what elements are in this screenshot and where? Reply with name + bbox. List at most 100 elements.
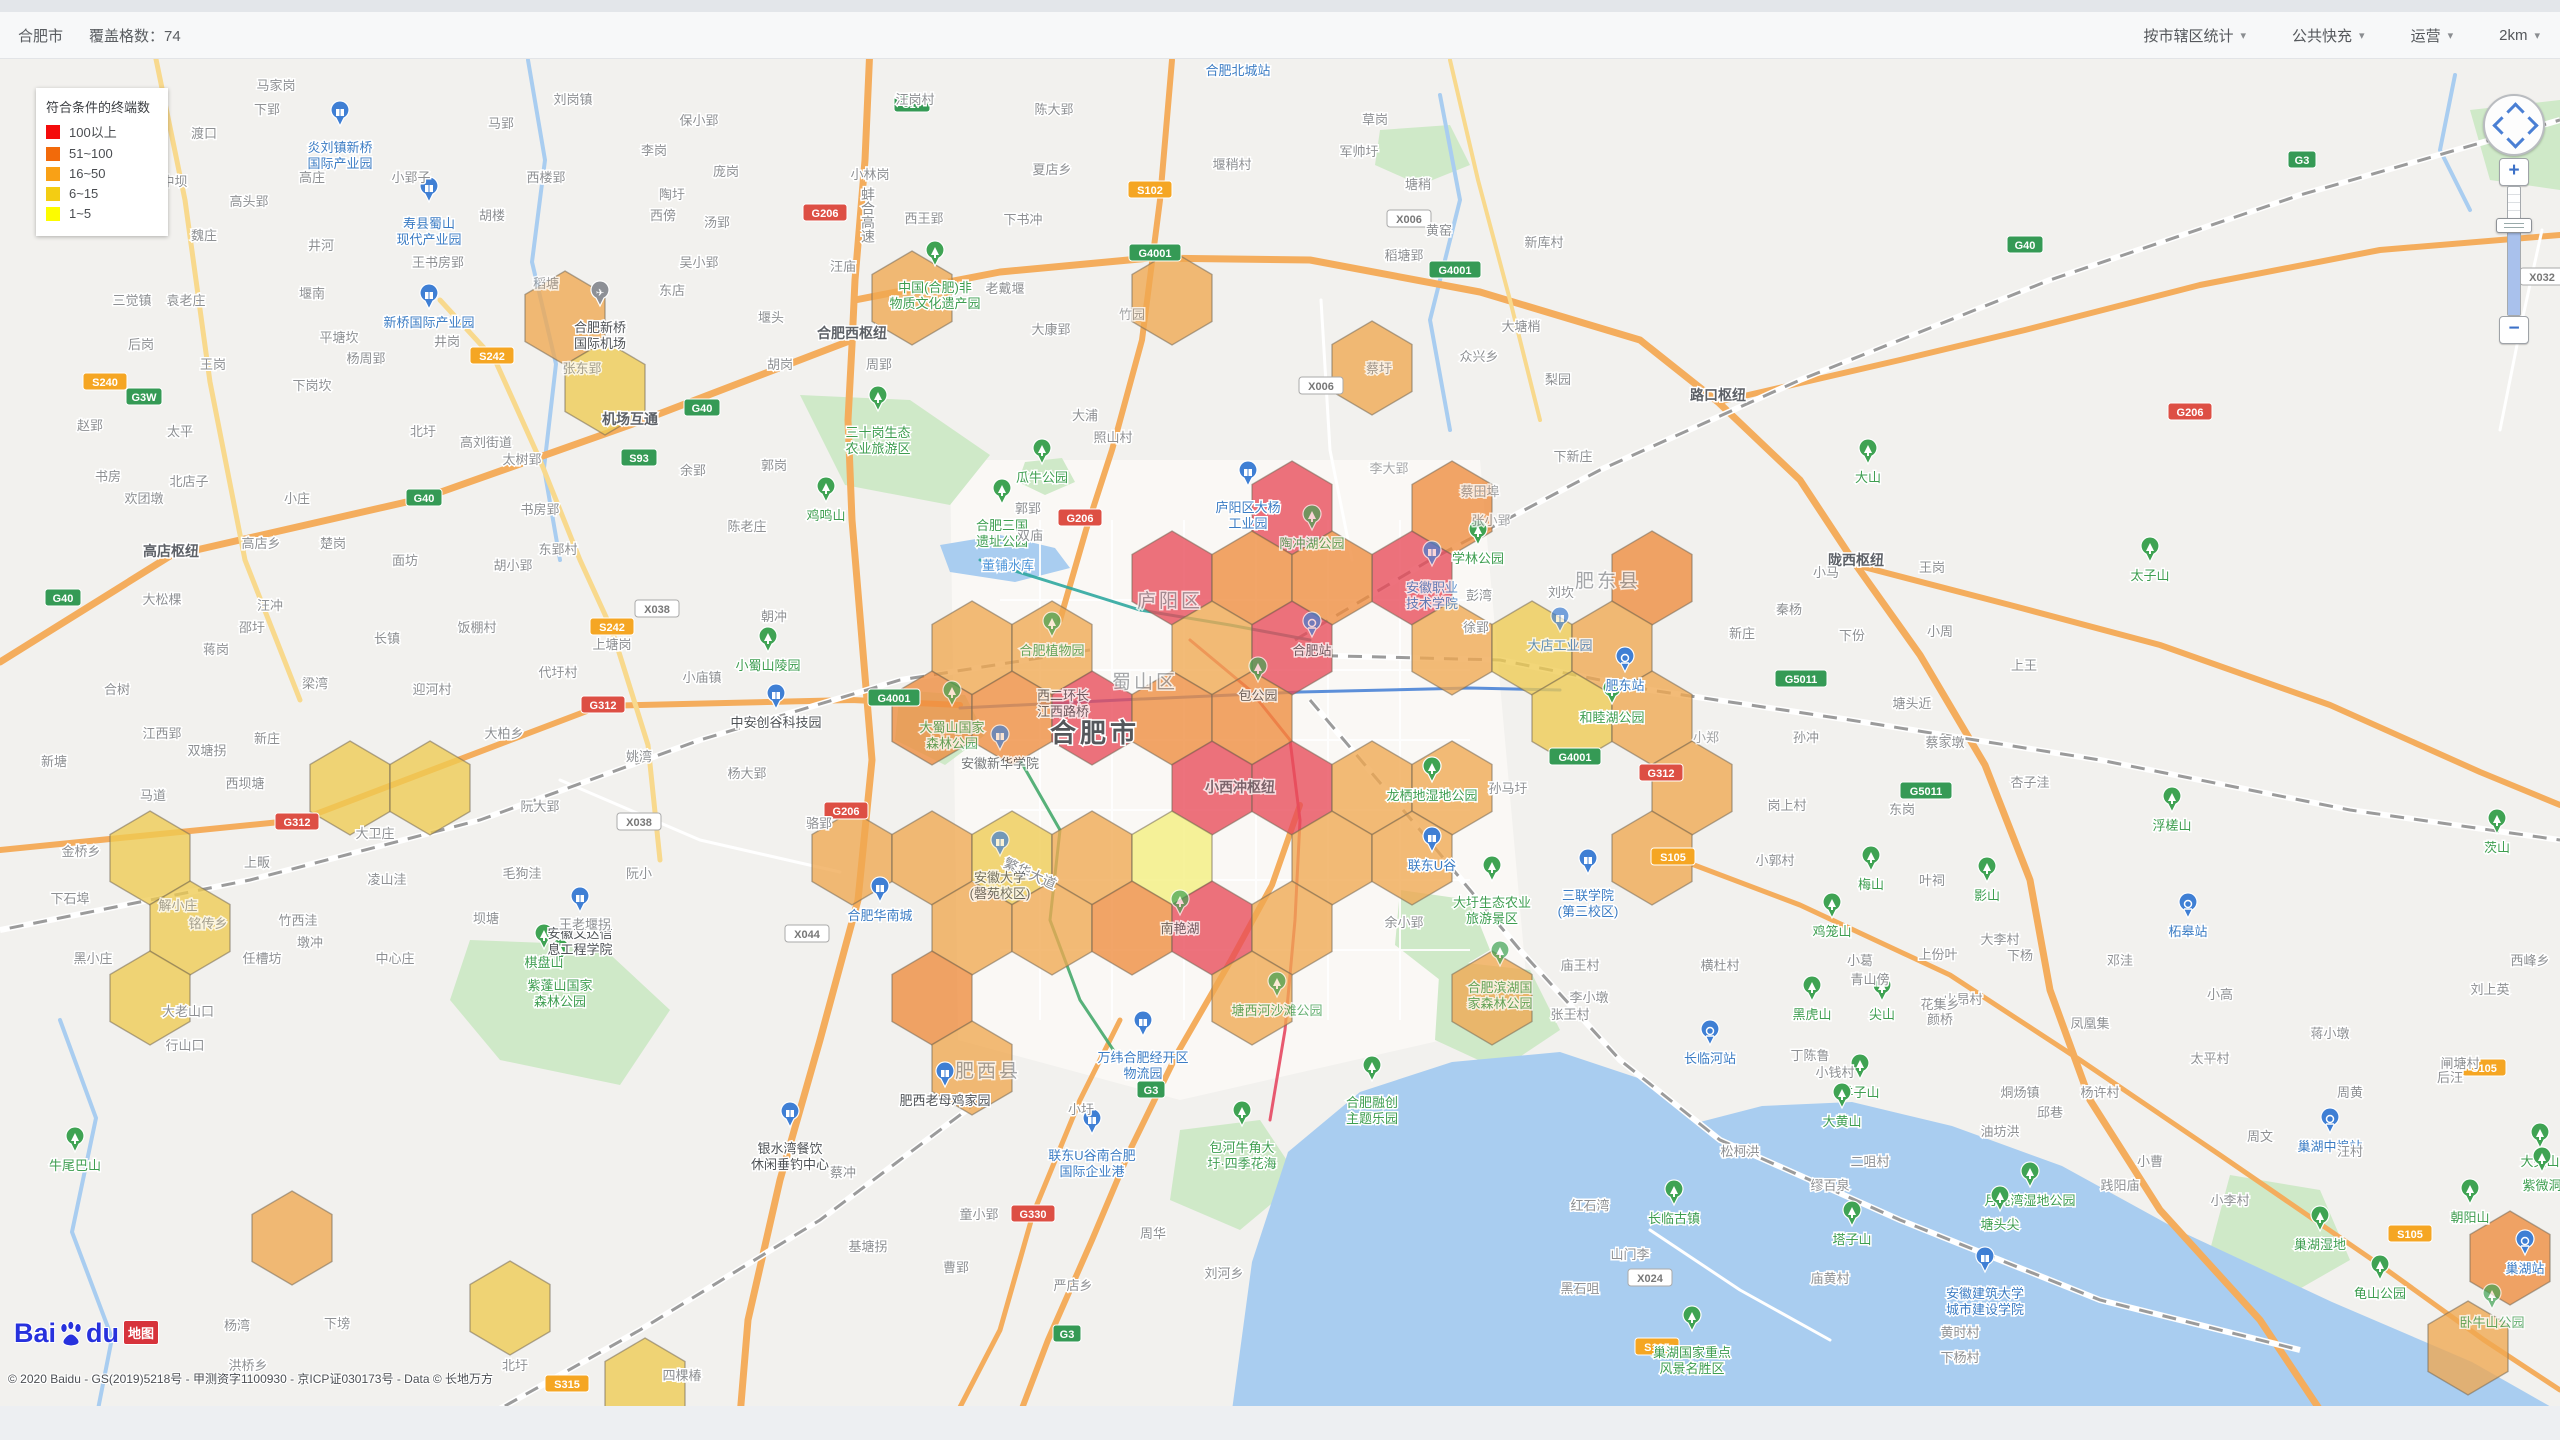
map-label-green: 包河牛角大圩·四季花海 <box>1207 1140 1276 1171</box>
map-label-town: 孙冲 <box>1793 730 1819 745</box>
map-label-green: 尖山 <box>1869 1007 1895 1022</box>
map-label-district: 庐阳区 <box>1137 590 1203 612</box>
toolbar-menu-2[interactable]: 运营 ▾ <box>2411 25 2454 46</box>
tree-trunk <box>1986 871 1988 874</box>
map-label-town: 小周 <box>1927 624 1953 639</box>
tree-trunk <box>1999 1200 2001 1203</box>
tree-trunk <box>1841 1097 1843 1100</box>
map-label-town: 马家岗 <box>256 78 295 93</box>
road-shield: G206 <box>2168 403 2212 420</box>
map-label-town: 张东郢 <box>562 361 601 376</box>
map-label-town: 凌山洼 <box>367 872 406 887</box>
toolbar-menu-0[interactable]: 按市辖区统计 ▾ <box>2143 25 2246 46</box>
shield-text: X006 <box>1396 214 1422 226</box>
map-label-green: 陶冲湖公园 <box>1279 536 1344 551</box>
map-label-town: 李小墩 <box>1569 990 1608 1005</box>
tree-trunk <box>543 938 545 941</box>
map-label-town: 朝冲 <box>761 609 787 624</box>
map-label-town: 蔡家墩 <box>1925 735 1964 750</box>
tree-trunk <box>1611 693 1613 696</box>
tree-trunk <box>1311 519 1313 522</box>
map-label-town: 蒋小墩 <box>2310 1026 2349 1041</box>
tree-trunk <box>1179 904 1181 907</box>
shield-text: X038 <box>626 817 652 829</box>
map-label-dark: 银水湾餐饮休闲垂钓中心 <box>751 1141 829 1172</box>
map-label-town: 高庄 <box>299 170 325 185</box>
shield-text: G4001 <box>1138 248 1171 260</box>
map-label-blue: 安徽建筑大学城市建设学院 <box>1946 1286 2024 1317</box>
chevron-down-icon: ▾ <box>2359 29 2365 42</box>
map-label-town: 众兴乡 <box>1459 349 1498 364</box>
map-label-green: 学林公园 <box>1452 551 1504 566</box>
map-label-green: 鸡笼山 <box>1812 924 1851 939</box>
toolbar-menu-1[interactable]: 公共快充 ▾ <box>2292 25 2365 46</box>
road-shield: S242 <box>590 618 634 635</box>
shield-text: G3 <box>1144 1085 1159 1097</box>
map-label-green: 紫蓬山国家森林公园 <box>527 978 592 1009</box>
zoom-slider-handle[interactable] <box>2496 218 2532 233</box>
map-label-town: 稻塘 <box>533 276 559 291</box>
shield-text: X038 <box>644 604 670 616</box>
map-label-dark: 合肥站 <box>1292 643 1331 658</box>
legend-label: 1~5 <box>69 206 91 221</box>
map-label-town: 草岗 <box>1362 112 1388 127</box>
map-label-town: 周黄 <box>2337 1085 2363 1100</box>
tree-trunk <box>1867 453 1869 456</box>
map-label-town: 大松棵 <box>142 592 181 607</box>
map-label-green: 巢湖湿地 <box>2294 1237 2346 1252</box>
map-label-town: 阮大郢 <box>520 799 559 814</box>
shield-text: S242 <box>599 622 625 634</box>
map-label-town: 行山口 <box>165 1038 204 1053</box>
legend-item-3: 6~15 <box>46 186 154 201</box>
map-label-town: 刘河乡 <box>1204 1266 1243 1281</box>
map-label-green: 合肥融创主题乐园 <box>1346 1095 1398 1126</box>
tree-trunk <box>1831 907 1833 910</box>
map-label-road: 蚌合高速 <box>860 187 876 244</box>
zoom-slider-track[interactable] <box>2507 186 2521 316</box>
tree-trunk <box>934 255 936 258</box>
road-shield: S242 <box>470 347 514 364</box>
pan-control[interactable] <box>2483 94 2545 156</box>
map-label-green: 太子山 <box>2130 568 2169 583</box>
zoom-in-button[interactable]: + <box>2499 158 2529 186</box>
map-label-town: 王岗 <box>200 357 226 372</box>
tree-trunk <box>825 491 827 494</box>
map-label-town: 姚湾 <box>626 749 652 764</box>
map-label-town: 东郢村 <box>538 542 577 557</box>
road-shield: X038 <box>635 600 679 617</box>
menu-label: 公共快充 <box>2292 25 2352 46</box>
map-label-district: 蜀山区 <box>1112 671 1178 693</box>
city-name: 合肥市 <box>18 25 63 46</box>
pan-left-icon[interactable] <box>2492 116 2510 134</box>
map-label-town: 邓洼 <box>2107 953 2133 968</box>
map-label-town: 践阳庙 <box>2100 1178 2139 1193</box>
toolbar-menu-3[interactable]: 2km ▾ <box>2499 27 2540 44</box>
pan-right-icon[interactable] <box>2520 116 2538 134</box>
map-label-green: 三十岗生态农业旅游区 <box>845 425 910 456</box>
map-canvas[interactable]: G40G40G40G40G4001G4001G4001G4001G3WG3G50… <box>0 0 2560 1440</box>
pan-up-icon[interactable] <box>2506 102 2524 120</box>
map-label-town: 中心庄 <box>375 951 414 966</box>
road-shield: G40 <box>406 489 442 506</box>
pan-down-icon[interactable] <box>2506 130 2524 148</box>
map-label-city: 合肥市 <box>1050 718 1140 748</box>
map-label-town: 周文 <box>2247 1129 2273 1144</box>
shield-text: S93 <box>629 453 649 465</box>
map-label-dark: 包公园 <box>1238 688 1277 703</box>
legend: 符合条件的终端数 100以上 51~100 16~50 6~15 1~5 <box>36 88 168 236</box>
map-label-town: 油坊洪 <box>1980 1124 2019 1139</box>
legend-item-0: 100以上 <box>46 122 154 141</box>
map-label-blue: 肥东站 <box>1605 678 1644 693</box>
road-shield: G4001 <box>868 689 920 706</box>
zoom-out-button[interactable]: − <box>2499 316 2529 344</box>
map-label-town: 杨周郢 <box>346 351 385 366</box>
map-label-town: 张王村 <box>1550 1007 1589 1022</box>
map-label-blue: 联东U谷南合肥国际企业港 <box>1048 1148 1135 1179</box>
map-label-town: 小葛 <box>1847 953 1873 968</box>
map-label-town: 胡小郢 <box>493 558 532 573</box>
map-label-bold: 合肥西枢纽 <box>817 325 887 341</box>
map-label-town: 军帅圩 <box>1339 144 1378 159</box>
map-label-dark: 肥西老母鸡家园 <box>899 1093 990 1108</box>
map-label-town: 西楼郢 <box>526 170 565 185</box>
shield-text: G206 <box>1067 513 1094 525</box>
